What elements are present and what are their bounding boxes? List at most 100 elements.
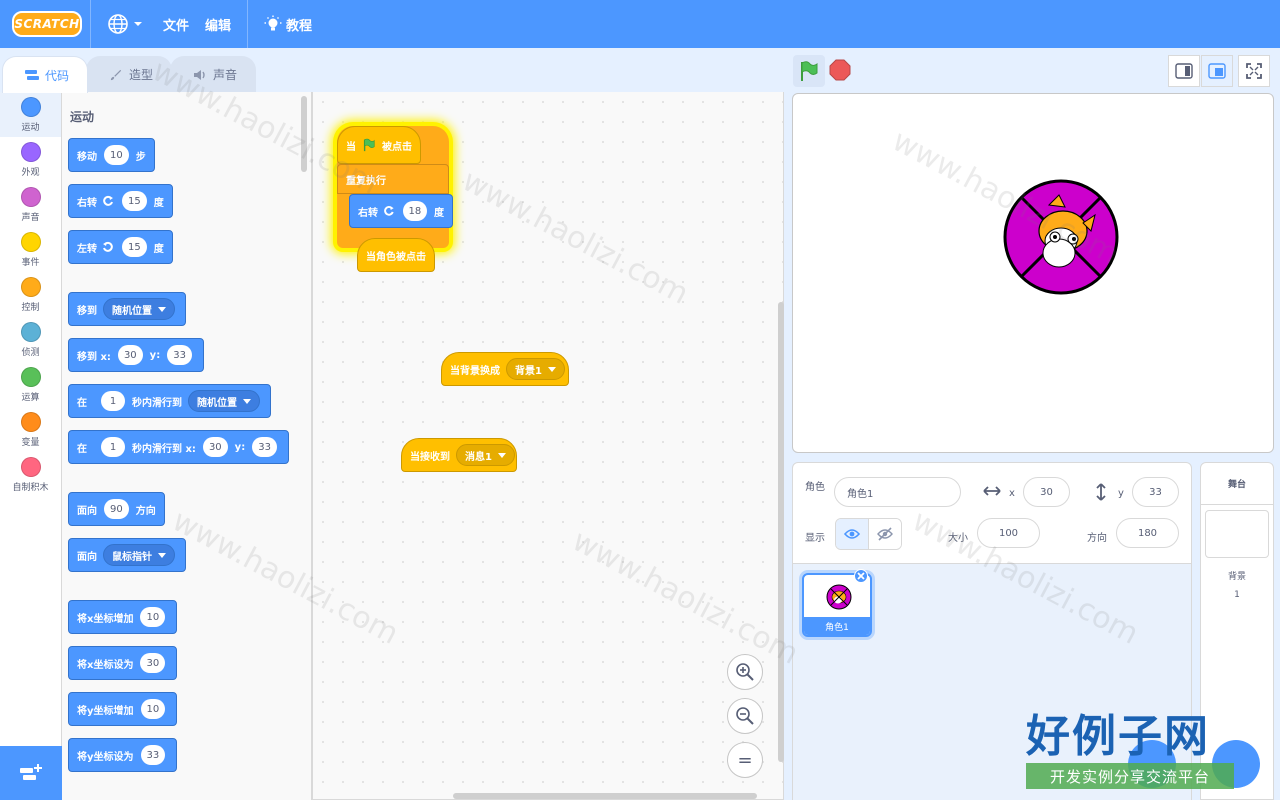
block-number-input[interactable]: 1 <box>101 391 125 411</box>
block-goto-xy[interactable]: 移到 x: 30 y: 33 <box>68 338 204 372</box>
block-text: 被点击 <box>382 141 412 153</box>
block-set-x[interactable]: 将x坐标设为 30 <box>68 646 178 680</box>
block-text: 秒内滑行到 x: <box>132 443 196 455</box>
block-number-input[interactable]: 33 <box>167 345 192 365</box>
scratch-logo[interactable]: SCRATCH <box>12 11 82 37</box>
block-glide[interactable]: 在 1 秒内滑行到 随机位置 <box>68 384 271 418</box>
block-number-input[interactable]: 15 <box>122 237 147 257</box>
stop-button[interactable] <box>828 58 852 82</box>
block-number-input[interactable]: 10 <box>140 699 166 719</box>
zoom-in-button[interactable] <box>727 654 763 690</box>
add-extension-button[interactable] <box>0 746 62 800</box>
show-sprite-button[interactable] <box>836 519 869 549</box>
stage-canvas[interactable] <box>792 93 1274 453</box>
y-position-input[interactable]: 33 <box>1132 477 1179 507</box>
block-dropdown[interactable]: 背景1 <box>506 358 565 380</box>
block-point-direction[interactable]: 面向 90 方向 <box>68 492 165 526</box>
palette-section-title: 运动 <box>70 110 95 124</box>
block-point-towards[interactable]: 面向 鼠标指针 <box>68 538 186 572</box>
add-extension-icon <box>20 764 42 780</box>
block-number-input[interactable]: 10 <box>104 145 129 165</box>
palette-scrollbar[interactable] <box>301 96 307 172</box>
block-turn-right-script[interactable]: 右转 18 度 <box>349 194 453 228</box>
size-input[interactable]: 100 <box>977 518 1040 548</box>
green-flag-button[interactable] <box>793 55 825 87</box>
delete-sprite-button[interactable] <box>854 569 868 583</box>
block-number-input[interactable]: 10 <box>140 607 166 627</box>
category-dot <box>20 231 41 252</box>
y-label: y <box>1118 488 1124 499</box>
block-turn-right[interactable]: 右转 15 度 <box>68 184 173 218</box>
fullscreen-button[interactable] <box>1238 55 1270 87</box>
menu-bar: SCRATCH 文件 编辑 教程 <box>0 0 1280 48</box>
workspace-vertical-scrollbar[interactable] <box>778 302 784 762</box>
category-label: 声音 <box>21 212 40 223</box>
sprite-tile-name: 角色1 <box>804 617 870 635</box>
tab-costumes[interactable]: 造型 <box>86 56 173 92</box>
block-number-input[interactable]: 30 <box>140 653 166 673</box>
block-number-input[interactable]: 18 <box>402 201 427 221</box>
block-text: y: <box>234 441 246 453</box>
block-text: 重复执行 <box>346 175 386 187</box>
category-sensing[interactable]: 侦测 <box>0 317 61 362</box>
category-label: 自制积木 <box>12 482 49 493</box>
block-dropdown[interactable]: 消息1 <box>456 444 515 466</box>
block-number-input[interactable]: 15 <box>122 191 147 211</box>
block-when-sprite-clicked[interactable]: 当角色被点击 <box>357 238 435 272</box>
block-number-input[interactable]: 33 <box>140 745 166 765</box>
block-set-y[interactable]: 将y坐标设为 33 <box>68 738 178 772</box>
sprite-costume[interactable] <box>1003 179 1119 295</box>
backdrop-thumbnail[interactable] <box>1205 510 1269 558</box>
block-number-input[interactable]: 33 <box>252 437 277 457</box>
language-menu[interactable] <box>99 0 155 48</box>
block-dropdown[interactable]: 随机位置 <box>103 298 175 320</box>
small-stage-button[interactable] <box>1168 55 1200 87</box>
zoom-reset-button[interactable]: = <box>727 742 763 778</box>
category-motion[interactable]: 运动 <box>0 92 61 137</box>
x-label: x <box>1009 488 1015 499</box>
block-change-x[interactable]: 将x坐标增加 10 <box>68 600 178 634</box>
category-dot <box>20 411 41 432</box>
category-my-blocks[interactable]: 自制积木 <box>0 452 61 497</box>
category-sound[interactable]: 声音 <box>0 182 61 227</box>
category-operators[interactable]: 运算 <box>0 362 61 407</box>
code-workspace[interactable]: 当 被点击 重复执行 右转 18 度 当角色被点击 当背景换成 背景1 当接收到 消息… <box>312 92 784 800</box>
large-stage-button[interactable] <box>1201 55 1233 87</box>
sprite-thumbnail <box>826 584 852 610</box>
edit-menu[interactable]: 编辑 <box>197 0 239 48</box>
block-move-steps[interactable]: 移动 10 步 <box>68 138 155 172</box>
block-when-backdrop-switches[interactable]: 当背景换成 背景1 <box>441 352 569 386</box>
block-forever[interactable]: 重复执行 <box>337 164 449 194</box>
direction-input[interactable]: 180 <box>1116 518 1179 548</box>
tutorials-menu[interactable]: 教程 <box>256 0 320 48</box>
category-dot <box>20 276 41 297</box>
block-goto[interactable]: 移到 随机位置 <box>68 292 186 326</box>
block-number-input[interactable]: 30 <box>202 437 228 457</box>
x-position-input[interactable]: 30 <box>1023 477 1070 507</box>
block-when-receive[interactable]: 当接收到 消息1 <box>401 438 517 472</box>
tab-code[interactable]: 代码 <box>2 56 89 93</box>
block-dropdown[interactable]: 鼠标指针 <box>103 544 175 566</box>
block-change-y[interactable]: 将y坐标增加 10 <box>68 692 178 726</box>
hide-sprite-button[interactable] <box>868 519 901 549</box>
category-label: 侦测 <box>21 347 40 358</box>
category-variables[interactable]: 变量 <box>0 407 61 452</box>
large-stage-icon <box>1208 63 1226 79</box>
category-control[interactable]: 控制 <box>0 272 61 317</box>
block-when-flag-clicked[interactable]: 当 被点击 <box>337 126 421 164</box>
block-turn-left[interactable]: 左转 15 度 <box>68 230 173 264</box>
category-label: 外观 <box>21 167 40 178</box>
block-number-input[interactable]: 30 <box>117 345 143 365</box>
lightbulb-icon <box>264 15 282 31</box>
sprite-name-input[interactable]: 角色1 <box>834 477 961 507</box>
tab-sounds[interactable]: 声音 <box>170 56 257 92</box>
block-number-input[interactable]: 90 <box>104 499 129 519</box>
block-number-input[interactable]: 1 <box>101 437 125 457</box>
block-glide-xy[interactable]: 在 1 秒内滑行到 x: 30 y: 33 <box>68 430 289 464</box>
zoom-out-button[interactable] <box>727 698 763 734</box>
category-events[interactable]: 事件 <box>0 227 61 272</box>
file-menu[interactable]: 文件 <box>155 0 197 48</box>
block-dropdown[interactable]: 随机位置 <box>188 390 260 412</box>
category-looks[interactable]: 外观 <box>0 137 61 182</box>
workspace-horizontal-scrollbar[interactable] <box>453 793 757 799</box>
